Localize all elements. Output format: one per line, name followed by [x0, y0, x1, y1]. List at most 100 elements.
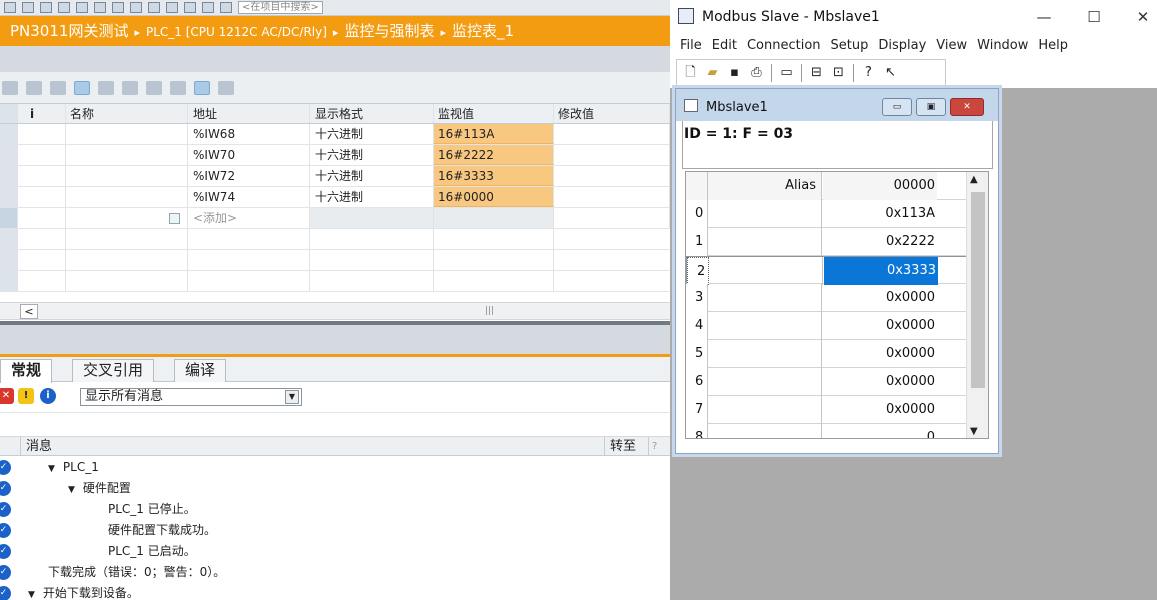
- scroll-left-icon[interactable]: <: [20, 304, 38, 319]
- add-placeholder[interactable]: <添加>: [188, 208, 310, 228]
- chevron-down-icon[interactable]: ▼: [285, 390, 299, 404]
- breadcrumb-project[interactable]: PN3011网关测试: [10, 22, 128, 40]
- col-address[interactable]: 00000: [823, 172, 937, 200]
- alias-cell[interactable]: [708, 424, 822, 438]
- monitor-all-icon[interactable]: [74, 80, 90, 95]
- name-cell[interactable]: [66, 208, 188, 228]
- compile-icon[interactable]: [40, 2, 52, 13]
- modify-value-cell[interactable]: [554, 145, 670, 165]
- message-row[interactable]: ✓ 下载完成（错误：0；警告：0）。: [0, 562, 670, 583]
- alias-cell[interactable]: [708, 340, 822, 368]
- menu-file[interactable]: File: [676, 35, 708, 57]
- child-minimize-icon[interactable]: ▭: [882, 98, 912, 116]
- col-modify-value[interactable]: 修改值: [554, 104, 670, 123]
- collapse-arrow-icon[interactable]: ▼: [28, 590, 35, 600]
- split-editor-icon[interactable]: [202, 2, 214, 13]
- register-value[interactable]: 0x0000: [823, 368, 937, 396]
- menu-setup[interactable]: Setup: [827, 35, 875, 57]
- address-cell[interactable]: %IW74: [188, 187, 310, 207]
- menu-edit[interactable]: Edit: [708, 35, 743, 57]
- maximize-icon[interactable]: ☐: [1076, 6, 1112, 28]
- error-filter-icon[interactable]: ✕: [0, 388, 14, 404]
- table-row[interactable]: 1 0x2222: [686, 228, 988, 256]
- table-row[interactable]: 4 0x0000: [686, 312, 988, 340]
- alias-cell[interactable]: [709, 257, 823, 285]
- go-offline-icon[interactable]: [112, 2, 124, 13]
- scroll-thumb[interactable]: |||: [485, 306, 494, 316]
- register-value[interactable]: 0: [823, 424, 937, 438]
- name-cell[interactable]: [66, 187, 188, 207]
- col-address[interactable]: 地址: [188, 104, 310, 123]
- table-row[interactable]: 3 %IW72 十六进制 16#3333: [0, 166, 670, 187]
- table-row[interactable]: 2 %IW70 十六进制 16#2222: [0, 145, 670, 166]
- open-folder-icon[interactable]: ▰: [705, 65, 720, 80]
- save-icon[interactable]: ▪: [727, 65, 742, 80]
- child-titlebar[interactable]: Mbslave1 ▭ ▣ ✕: [676, 89, 998, 121]
- trigger-icon[interactable]: [170, 80, 186, 95]
- window-icon[interactable]: ▭: [779, 65, 794, 80]
- message-row[interactable]: ✓ PLC_1 已停止。: [0, 499, 670, 520]
- project-search-input[interactable]: <在项目中搜索>: [238, 1, 323, 14]
- info-filter-icon[interactable]: i: [40, 388, 56, 404]
- force-icon[interactable]: [122, 80, 138, 95]
- table-row[interactable]: 4 %IW74 十六进制 16#0000: [0, 187, 670, 208]
- table-row[interactable]: 8 0: [686, 424, 988, 438]
- message-row[interactable]: ✓ ▼ PLC_1: [0, 457, 670, 478]
- tab-general[interactable]: 常规: [0, 359, 53, 383]
- display-icon[interactable]: ⊡: [831, 65, 846, 80]
- menu-view[interactable]: View: [932, 35, 973, 57]
- menu-window[interactable]: Window: [973, 35, 1034, 57]
- col-name[interactable]: 名称: [66, 104, 188, 123]
- scroll-thumb[interactable]: [971, 192, 985, 388]
- monitor-once-icon[interactable]: [98, 80, 114, 95]
- register-value[interactable]: 0x0000: [823, 340, 937, 368]
- message-row[interactable]: ✓ PLC_1 已启动。: [0, 541, 670, 562]
- menu-display[interactable]: Display: [874, 35, 932, 57]
- address-cell[interactable]: %IW72: [188, 166, 310, 186]
- download-icon[interactable]: [58, 2, 70, 13]
- col-display-format[interactable]: 显示格式: [310, 104, 434, 123]
- upload-icon[interactable]: [76, 2, 88, 13]
- breadcrumb-plc[interactable]: PLC_1 [CPU 1212C AC/DC/Rly]: [146, 25, 327, 39]
- accessible-devices-icon[interactable]: [130, 2, 142, 13]
- breadcrumb-watch-table[interactable]: 监控表_1: [452, 22, 514, 40]
- insert-row-icon[interactable]: [2, 80, 18, 95]
- address-cell[interactable]: %IW70: [188, 145, 310, 165]
- alias-cell[interactable]: [708, 228, 822, 256]
- scroll-up-icon[interactable]: ▲: [970, 174, 978, 185]
- close-icon[interactable]: ✕: [1125, 6, 1157, 28]
- col-monitor-value[interactable]: 监视值: [434, 104, 554, 123]
- col-goto[interactable]: 转至: [610, 437, 636, 456]
- table-row[interactable]: 7 0x0000: [686, 396, 988, 424]
- go-online-icon[interactable]: [94, 2, 106, 13]
- collapse-arrow-icon[interactable]: ▼: [68, 485, 75, 495]
- table-row[interactable]: 0 0x113A: [686, 200, 988, 228]
- name-cell[interactable]: [66, 166, 188, 186]
- tab-cross-reference[interactable]: 交叉引用: [72, 359, 155, 382]
- tab-compile[interactable]: 编译: [174, 359, 227, 382]
- alias-cell[interactable]: [708, 200, 822, 228]
- format-cell[interactable]: 十六进制: [310, 145, 434, 165]
- alias-cell[interactable]: [708, 368, 822, 396]
- start-cpu-icon[interactable]: [148, 2, 160, 13]
- scroll-down-icon[interactable]: ▼: [970, 426, 978, 437]
- modify-now-icon[interactable]: [50, 80, 66, 95]
- modify-value-cell[interactable]: [554, 166, 670, 186]
- register-value[interactable]: 0x0000: [823, 396, 937, 424]
- alias-cell[interactable]: [708, 312, 822, 340]
- format-cell[interactable]: 十六进制: [310, 166, 434, 186]
- window-titlebar[interactable]: Modbus Slave - Mbslave1 — ☐ ✕: [670, 0, 1157, 35]
- register-value[interactable]: 0x3333: [824, 257, 938, 285]
- table-row[interactable]: 1 %IW68 十六进制 16#113A: [0, 124, 670, 145]
- glasses-monitor-icon[interactable]: [194, 80, 210, 95]
- communication-icon[interactable]: ⊟: [809, 65, 824, 80]
- print-icon[interactable]: ⎙: [749, 65, 764, 80]
- message-row[interactable]: ✓ ▼ 硬件配置: [0, 478, 670, 499]
- stop-force-icon[interactable]: [146, 80, 162, 95]
- context-help-icon[interactable]: ↖: [883, 65, 898, 80]
- alias-cell[interactable]: [708, 396, 822, 424]
- child-close-icon[interactable]: ✕: [950, 98, 984, 116]
- menu-connection[interactable]: Connection: [743, 35, 827, 57]
- register-value[interactable]: 0x0000: [823, 312, 937, 340]
- col-message[interactable]: 消息: [26, 437, 52, 456]
